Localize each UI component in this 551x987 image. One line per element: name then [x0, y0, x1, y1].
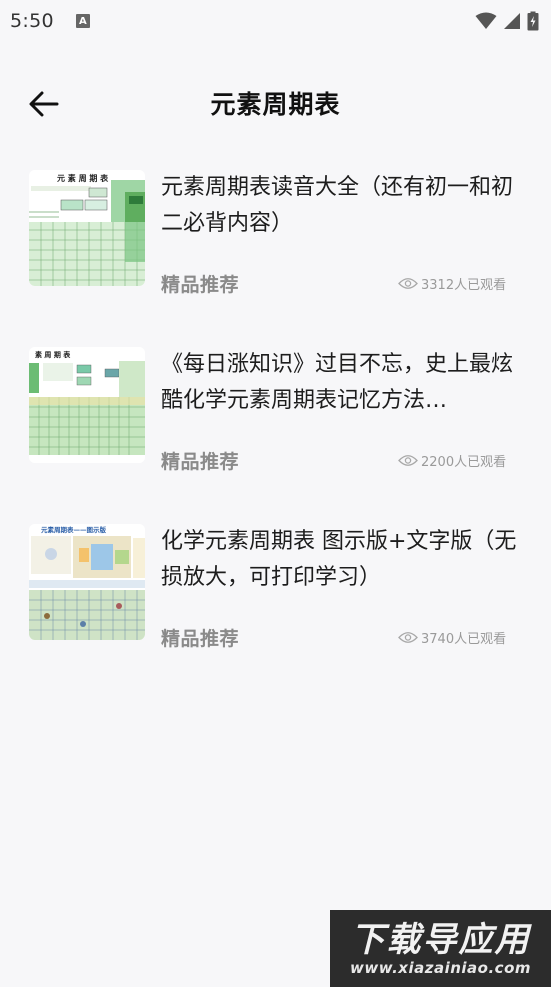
- article-tag: 精品推荐: [161, 451, 240, 473]
- list-item[interactable]: 素 周 期 表 《每日涨知识》过目不忘，史上最炫酷化学元素周期表记忆方法… 精品…: [0, 337, 551, 514]
- status-bar: 5:50 A: [0, 0, 551, 42]
- article-tag: 精品推荐: [161, 628, 240, 650]
- signal-icon: [504, 13, 520, 29]
- periodic-table-thumbnail-image: 素 周 期 表: [29, 347, 145, 463]
- views-count: 3312人已观看: [421, 278, 507, 293]
- page-title: 元素周期表: [210, 90, 341, 119]
- list-item[interactable]: 元 素 周 期 表 元素周期表读音大全（还有初一和初二必背内容） 精品推荐 33…: [0, 160, 551, 337]
- back-button[interactable]: [26, 86, 62, 122]
- periodic-table-thumbnail-image: 元 素 周 期 表: [29, 170, 145, 286]
- periodic-table-thumbnail-image: 元素周期表——图示版: [29, 524, 145, 640]
- article-views: 2200人已观看: [398, 451, 506, 470]
- views-count: 3740人已观看: [421, 632, 507, 647]
- site-watermark: 下载导应用 www.xiazainiao.com: [330, 910, 551, 987]
- eye-icon: [398, 278, 418, 289]
- watermark-logo-text: 下载导应用: [350, 919, 531, 960]
- article-views: 3740人已观看: [398, 628, 506, 647]
- eye-icon: [398, 632, 418, 643]
- views-count: 2200人已观看: [421, 455, 507, 470]
- thumb-heading: 元 素 周 期 表: [57, 173, 109, 183]
- arrow-left-icon: [29, 91, 59, 117]
- article-list: 元 素 周 期 表 元素周期表读音大全（还有初一和初二必背内容） 精品推荐 33…: [0, 160, 551, 691]
- article-title[interactable]: 元素周期表读音大全（还有初一和初二必背内容）: [161, 170, 521, 242]
- status-icons: [475, 11, 539, 31]
- app-bar: 元素周期表: [0, 78, 551, 128]
- thumb-heading: 素 周 期 表: [35, 350, 71, 359]
- article-views: 3312人已观看: [398, 274, 506, 293]
- wifi-icon: [475, 12, 497, 29]
- status-time: 5:50: [10, 10, 54, 32]
- battery-icon: [527, 11, 539, 31]
- article-thumbnail: 元素周期表——图示版: [29, 524, 145, 640]
- list-item[interactable]: 元素周期表——图示版 化学元素周期表 图示版+文字版（无损放大，可打印学习） 精…: [0, 514, 551, 691]
- article-thumbnail: 素 周 期 表: [29, 347, 145, 463]
- watermark-url: www.xiazainiao.com: [349, 958, 532, 977]
- article-thumbnail: 元 素 周 期 表: [29, 170, 145, 286]
- article-tag: 精品推荐: [161, 274, 240, 296]
- article-title[interactable]: 化学元素周期表 图示版+文字版（无损放大，可打印学习）: [161, 524, 521, 596]
- article-title[interactable]: 《每日涨知识》过目不忘，史上最炫酷化学元素周期表记忆方法…: [161, 347, 521, 419]
- notification-icon: A: [75, 14, 90, 28]
- eye-icon: [398, 455, 418, 466]
- thumb-heading: 元素周期表——图示版: [41, 525, 107, 534]
